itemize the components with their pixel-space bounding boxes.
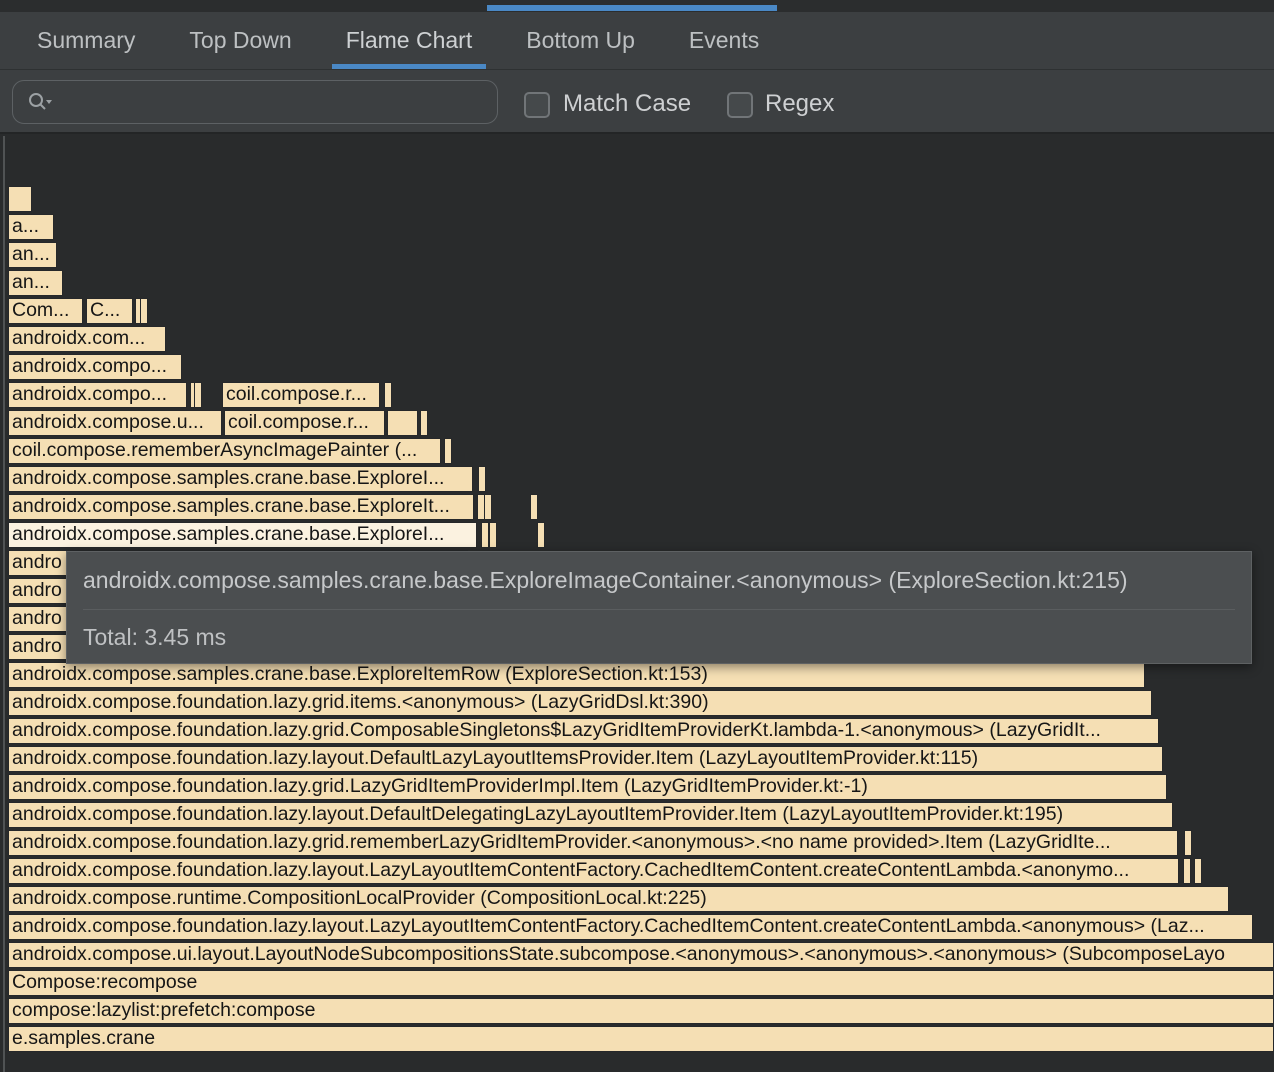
search-input[interactable] [53,81,497,123]
flame-bar[interactable]: androidx.com... [8,326,166,352]
flame-bar[interactable] [478,466,486,492]
flame-bar[interactable] [140,298,148,324]
flame-bar[interactable] [1184,830,1192,856]
flame-bar[interactable]: androidx.compose.foundation.lazy.grid.it… [8,690,1152,716]
flame-bar[interactable]: androidx.compose.foundation.lazy.layout.… [8,858,1179,884]
profiler-flame-chart-panel: a...an...an...Com...C...androidx.com...a… [0,0,1274,1072]
flame-bar[interactable]: e.samples.crane [8,1026,1274,1052]
tooltip-method-name: androidx.compose.samples.crane.base.Expl… [83,552,1235,610]
flame-bar[interactable] [530,494,538,520]
flame-bar[interactable]: androidx.compose.runtime.CompositionLoca… [8,886,1229,912]
top-strip [0,0,1274,12]
tab-flame-chart[interactable]: Flame Chart [332,12,487,69]
flame-bar[interactable]: C... [86,298,133,324]
flame-bar[interactable]: androidx.compose.foundation.lazy.grid.La… [8,774,1167,800]
flame-bar[interactable]: androidx.compose.ui.layout.LayoutNodeSub… [8,942,1274,968]
flame-bar[interactable]: androidx.compose.foundation.lazy.layout.… [8,746,1163,772]
regex-label: Regex [765,90,834,118]
match-case-label: Match Case [563,90,691,118]
parent-tab-indicator [487,5,777,11]
flame-bar[interactable]: Compose:recompose [8,970,1274,996]
flame-bar[interactable] [484,494,492,520]
flame-bar[interactable]: androidx.compose.samples.crane.base.Expl… [8,466,473,492]
tooltip: androidx.compose.samples.crane.base.Expl… [66,551,1252,664]
flame-bar[interactable] [1183,858,1191,884]
flame-bar[interactable] [489,522,497,548]
flame-bar[interactable]: Com... [8,298,83,324]
flame-bar[interactable]: androidx.compo... [8,382,187,408]
flame-bar[interactable]: coil.compose.r... [222,382,380,408]
flame-bar[interactable]: androidx.compose.foundation.lazy.grid.re… [8,830,1178,856]
flame-bar[interactable] [481,522,489,548]
tab-bar: Summary Top Down Flame Chart Bottom Up Event… [0,12,1274,70]
search-toolbar: Match Case Regex [0,70,1274,134]
tooltip-total-time: Total: 3.45 ms [83,610,1235,664]
flame-bar[interactable] [8,186,32,212]
flame-bar[interactable]: androidx.compo... [8,354,182,380]
tab-top-down[interactable]: Top Down [175,12,305,69]
flame-bar[interactable]: compose:lazylist:prefetch:compose [8,998,1274,1024]
flame-bar[interactable]: coil.compose.rememberAsyncImagePainter (… [8,438,441,464]
flame-bar[interactable]: androidx.compose.foundation.lazy.layout.… [8,802,1173,828]
match-case-checkbox[interactable] [524,92,550,118]
flame-bar[interactable]: androidx.compose.u... [8,410,222,436]
flame-bar[interactable] [194,382,202,408]
flame-bar[interactable] [420,410,428,436]
flame-bar[interactable]: coil.compose.r... [224,410,385,436]
panel-left-border [3,136,5,1072]
flame-bar[interactable]: androidx.compose.samples.crane.base.Expl… [8,522,477,548]
regex-checkbox[interactable] [727,92,753,118]
flame-bar[interactable]: an... [8,270,63,296]
flame-bar[interactable]: androidx.compose.samples.crane.base.Expl… [8,494,474,520]
flame-bar[interactable] [1194,858,1202,884]
flame-bar[interactable] [387,410,418,436]
search-icon[interactable] [27,90,53,114]
flame-bar[interactable]: androidx.compose.foundation.lazy.layout.… [8,914,1253,940]
search-box[interactable] [12,80,498,124]
flame-bar[interactable] [537,522,545,548]
flame-bar[interactable] [384,382,392,408]
flame-bar[interactable]: androidx.compose.samples.crane.base.Expl… [8,662,1145,688]
tab-events[interactable]: Events [675,12,773,69]
flame-bar[interactable]: a... [8,214,54,240]
tab-summary[interactable]: Summary [23,12,149,69]
flame-bar[interactable]: an... [8,242,57,268]
tab-bottom-up[interactable]: Bottom Up [512,12,649,69]
flame-bar[interactable]: androidx.compose.foundation.lazy.grid.Co… [8,718,1159,744]
flame-bar[interactable] [444,438,452,464]
